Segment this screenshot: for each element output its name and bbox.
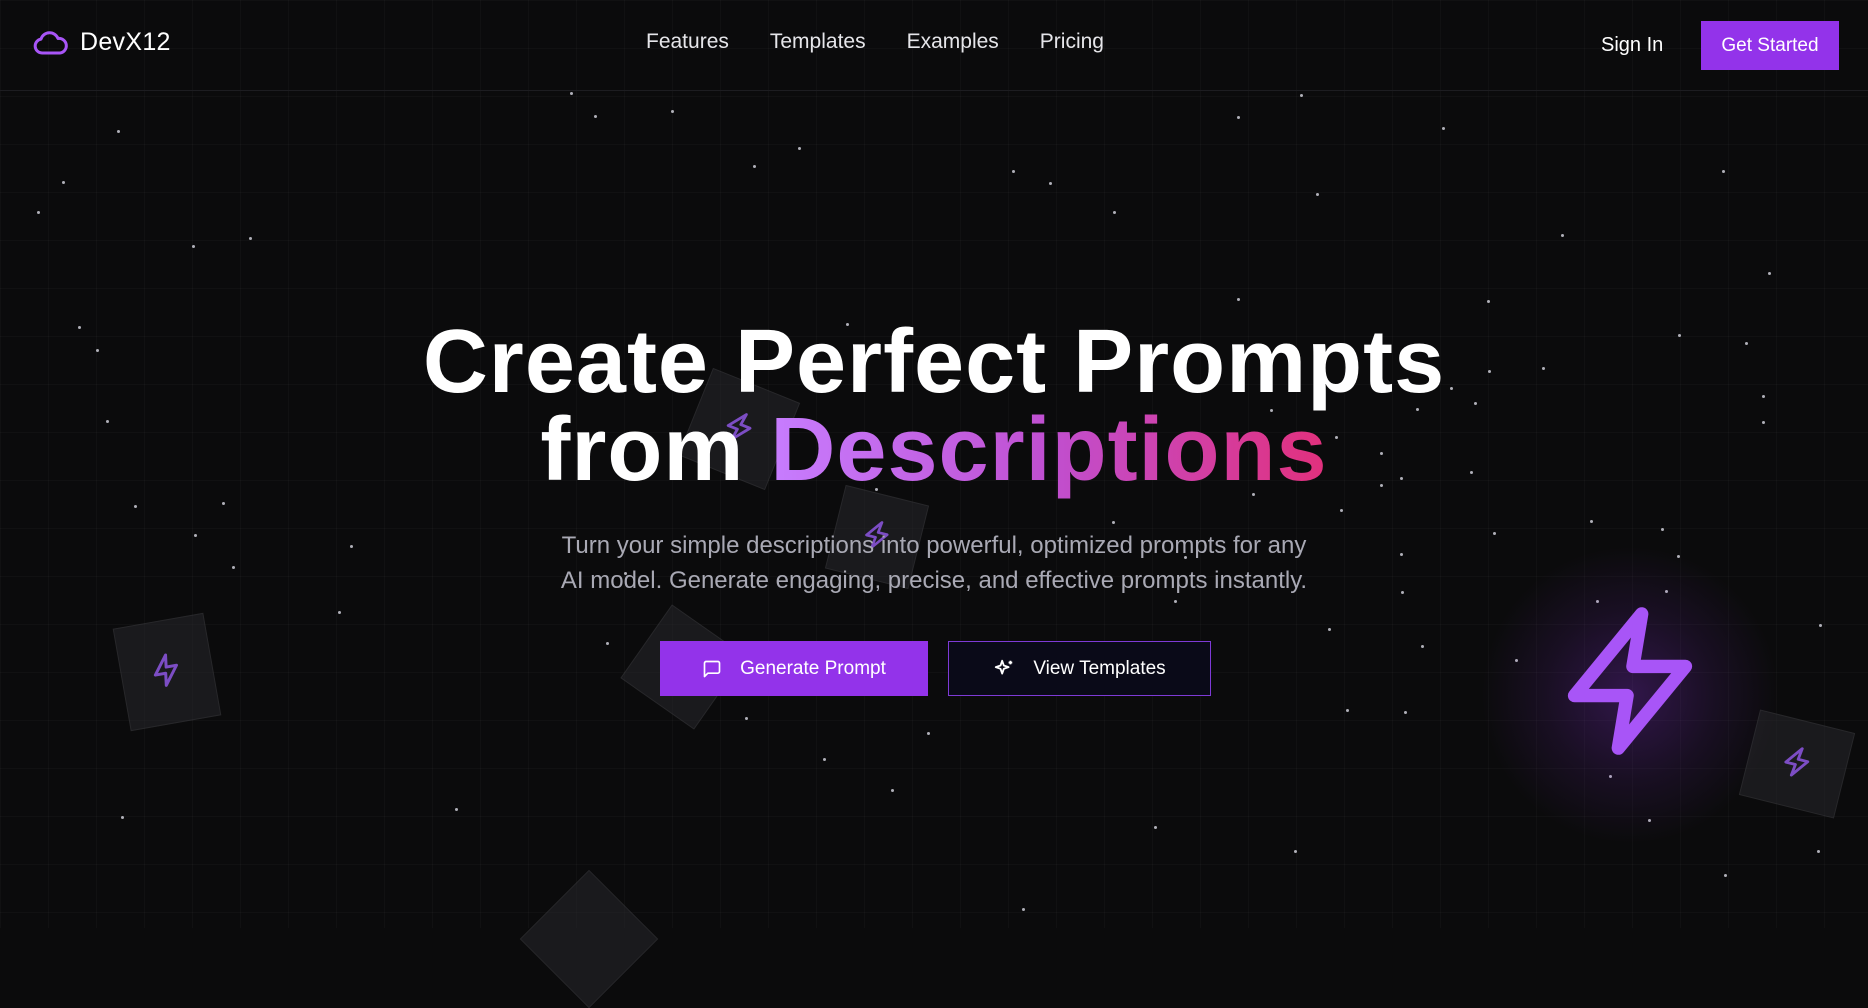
star-dot (891, 789, 894, 792)
star-dot (1404, 711, 1407, 714)
brand-logo[interactable]: DevX12 (32, 28, 171, 57)
get-started-button[interactable]: Get Started (1701, 21, 1839, 70)
zap-icon (1776, 741, 1818, 787)
nav-pricing[interactable]: Pricing (1040, 30, 1104, 54)
star-dot (1561, 234, 1564, 237)
star-dot (1022, 908, 1025, 911)
sign-in-link[interactable]: Sign In (1601, 34, 1663, 57)
star-dot (455, 808, 458, 811)
nav-examples[interactable]: Examples (907, 30, 999, 54)
star-dot (1012, 170, 1015, 173)
star-dot (671, 110, 674, 113)
star-dot (1487, 300, 1490, 303)
hero-subtitle-line2: AI model. Generate engaging, precise, an… (560, 567, 1308, 594)
hero-section: Create Perfect Prompts from Descriptions… (0, 312, 1868, 598)
star-dot (1346, 709, 1349, 712)
main-nav: Features Templates Examples Pricing (646, 30, 1145, 54)
nav-templates[interactable]: Templates (770, 30, 866, 54)
view-templates-label: View Templates (1033, 657, 1166, 679)
star-dot (745, 717, 748, 720)
hero-subtitle-line1: Turn your simple descriptions into power… (561, 532, 1307, 559)
star-dot (1049, 182, 1052, 185)
star-dot (1154, 826, 1157, 829)
star-dot (606, 642, 609, 645)
hero-title-gradient: Descriptions (770, 400, 1328, 500)
star-dot (192, 245, 195, 248)
star-dot (1237, 116, 1240, 119)
star-dot (1328, 628, 1331, 631)
hero-subtitle: Turn your simple descriptions into power… (0, 528, 1868, 598)
star-dot (1817, 850, 1820, 853)
star-dot (1300, 94, 1303, 97)
brand-name: DevX12 (80, 28, 171, 56)
star-dot (37, 211, 40, 214)
sparkles-icon (993, 658, 1015, 680)
generate-prompt-label: Generate Prompt (740, 657, 886, 679)
star-dot (338, 611, 341, 614)
star-dot (1722, 170, 1725, 173)
top-navbar: DevX12 Features Templates Examples Prici… (0, 0, 1868, 91)
star-dot (1294, 850, 1297, 853)
star-dot (1442, 127, 1445, 130)
star-dot (62, 181, 65, 184)
star-dot (753, 165, 756, 168)
star-dot (570, 92, 573, 95)
star-dot (1316, 193, 1319, 196)
cloud-icon (32, 29, 70, 57)
star-dot (798, 147, 801, 150)
zap-icon (146, 649, 189, 696)
star-dot (1421, 645, 1424, 648)
floating-card (112, 612, 222, 732)
star-dot (1819, 624, 1822, 627)
hero-title-plain: from (540, 400, 771, 500)
star-dot (249, 237, 252, 240)
star-dot (927, 732, 930, 735)
star-dot (823, 758, 826, 761)
generate-prompt-button[interactable]: Generate Prompt (660, 641, 928, 696)
star-dot (1174, 600, 1177, 603)
hero-title-line1: Create Perfect Prompts (422, 312, 1446, 412)
star-dot (121, 816, 124, 819)
star-dot (1237, 298, 1240, 301)
star-dot (1724, 874, 1727, 877)
zap-icon (1560, 605, 1700, 762)
nav-features[interactable]: Features (646, 30, 729, 54)
star-dot (594, 115, 597, 118)
star-dot (1113, 211, 1116, 214)
message-square-icon (702, 659, 722, 679)
hero-title-line2: from Descriptions (0, 405, 1868, 495)
star-dot (117, 130, 120, 133)
star-dot (1768, 272, 1771, 275)
view-templates-button[interactable]: View Templates (948, 641, 1211, 696)
